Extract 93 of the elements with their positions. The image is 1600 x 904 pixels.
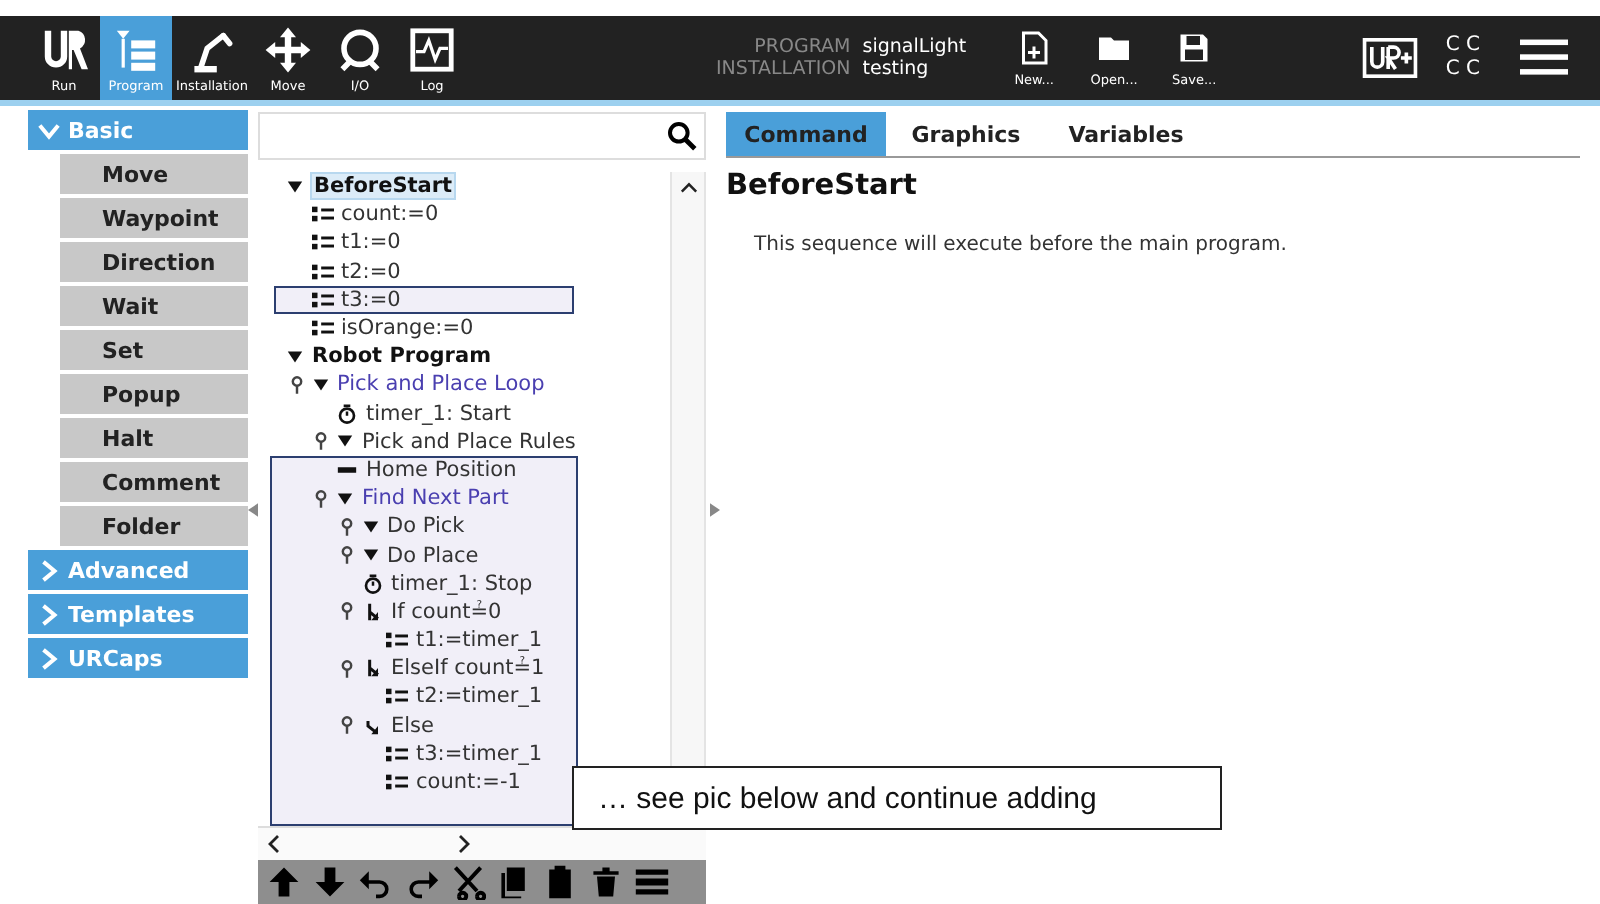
search-icon[interactable] (666, 120, 698, 152)
assignment-icon (386, 772, 408, 793)
tree-node[interactable]: t1:=timer_1 (414, 628, 545, 653)
expand-toggle-icon[interactable] (336, 489, 354, 508)
command-item[interactable]: Comment (60, 462, 248, 502)
pin-icon[interactable] (339, 602, 353, 621)
pin-icon[interactable] (339, 659, 353, 678)
pin-icon[interactable] (289, 375, 303, 394)
tab[interactable]: Variables (1046, 112, 1206, 156)
expand-toggle-icon[interactable] (286, 177, 304, 196)
tree-node[interactable]: BeforeStart (310, 172, 457, 201)
chevron-down-icon (38, 119, 60, 141)
stopwatch-icon (361, 573, 383, 594)
suppress-icon[interactable] (634, 864, 670, 900)
command-item[interactable]: Direction (60, 242, 248, 282)
chevron-right-icon (38, 559, 60, 581)
assignment-icon (311, 204, 333, 225)
pin-icon[interactable] (339, 546, 353, 565)
delete-icon[interactable] (588, 864, 624, 900)
command-item[interactable]: Set (60, 330, 248, 370)
assignment-icon (311, 318, 333, 339)
tree-node[interactable]: Robot Program (310, 344, 494, 369)
tab[interactable]: Graphics (886, 112, 1046, 156)
scroll-left-icon[interactable] (268, 834, 280, 854)
tree-node[interactable]: t2:=timer_1 (414, 684, 545, 709)
program-label: PROGRAM (752, 36, 851, 58)
tree-node[interactable]: timer_1: Stop (389, 571, 535, 596)
new-file-icon (1016, 29, 1053, 65)
command-description: This sequence will execute before the main program. (754, 234, 1289, 256)
installation-label: INSTALLATION (716, 58, 851, 80)
tree-node[interactable]: timer_1: Start (364, 401, 513, 426)
expand-toggle-icon[interactable] (336, 432, 354, 451)
scroll-up-icon[interactable] (679, 182, 697, 194)
tree-node[interactable]: Pick and Place Loop (335, 372, 547, 397)
command-item[interactable]: Waypoint (60, 198, 248, 238)
search-field[interactable] (258, 112, 706, 160)
pin-icon[interactable] (339, 716, 353, 735)
move-arrows-icon (264, 26, 312, 74)
tree-node[interactable]: Do Pick (385, 514, 467, 539)
pin-icon[interactable] (339, 517, 353, 536)
io-ring-icon (336, 26, 384, 74)
expand-handle-icon[interactable] (710, 502, 720, 518)
installation-name: testing (862, 58, 931, 80)
tree-node[interactable]: Do Place (385, 543, 481, 568)
assignment-icon (311, 261, 333, 282)
command-title: BeforeStart (726, 170, 919, 202)
down-icon[interactable] (312, 864, 348, 900)
tree-node[interactable]: Pick and Place Rules (360, 429, 578, 454)
tree-node[interactable]: t1:=0 (339, 230, 403, 255)
up-icon[interactable] (266, 864, 302, 900)
assignment-icon (386, 630, 408, 651)
horizontal-scrollbar[interactable] (258, 826, 706, 860)
chevron-right-icon (38, 647, 60, 669)
command-item[interactable]: Move (60, 154, 248, 194)
expand-toggle-icon[interactable] (311, 375, 329, 394)
stopwatch-icon (336, 403, 358, 424)
tab[interactable]: Command (726, 112, 886, 156)
assignment-icon (311, 232, 333, 253)
assignment-icon (386, 743, 408, 764)
tree-node[interactable]: Else (389, 713, 436, 738)
logo-icon (40, 26, 88, 74)
expand-toggle-icon[interactable] (361, 546, 379, 565)
command-item[interactable]: Wait (60, 286, 248, 326)
tree-node[interactable]: If count≟0 (389, 599, 504, 624)
pin-icon[interactable] (314, 489, 328, 508)
assignment-icon (311, 289, 333, 310)
menu-icon[interactable] (1520, 36, 1568, 80)
tree-node[interactable]: t2:=0 (339, 259, 403, 284)
collapse-handle-icon[interactable] (248, 502, 258, 518)
command-item[interactable]: Folder (60, 506, 248, 546)
cut-icon[interactable] (450, 864, 486, 900)
status-indicator: C C (1445, 58, 1480, 82)
tree-node[interactable]: isOrange:=0 (339, 316, 476, 341)
tree-node[interactable]: Find Next Part (360, 486, 511, 511)
chevron-right-icon (38, 603, 60, 625)
note-tooltip: … see pic below and continue adding (572, 766, 1222, 830)
tree-node[interactable]: count:=-1 (414, 770, 523, 795)
pin-icon[interactable] (314, 432, 328, 451)
tree-node[interactable]: Home Position (364, 457, 519, 482)
expand-toggle-icon[interactable] (286, 347, 304, 366)
tree-node[interactable]: ElseIf count≟1 (389, 656, 547, 681)
program-name: signalLight (862, 36, 967, 58)
status-indicator: C C (1445, 34, 1480, 58)
program-tree-icon (112, 26, 160, 74)
command-item[interactable]: Halt (60, 418, 248, 458)
command-item[interactable]: Popup (60, 374, 248, 414)
assignment-icon (386, 686, 408, 707)
tree-node[interactable]: count:=0 (339, 202, 441, 227)
tree-node[interactable]: t3:=timer_1 (414, 741, 545, 766)
tree-node[interactable]: t3:=0 (339, 287, 403, 312)
urcaps-plus-icon[interactable] (1361, 38, 1418, 78)
log-graph-icon (408, 26, 456, 74)
expand-toggle-icon[interactable] (361, 517, 379, 536)
